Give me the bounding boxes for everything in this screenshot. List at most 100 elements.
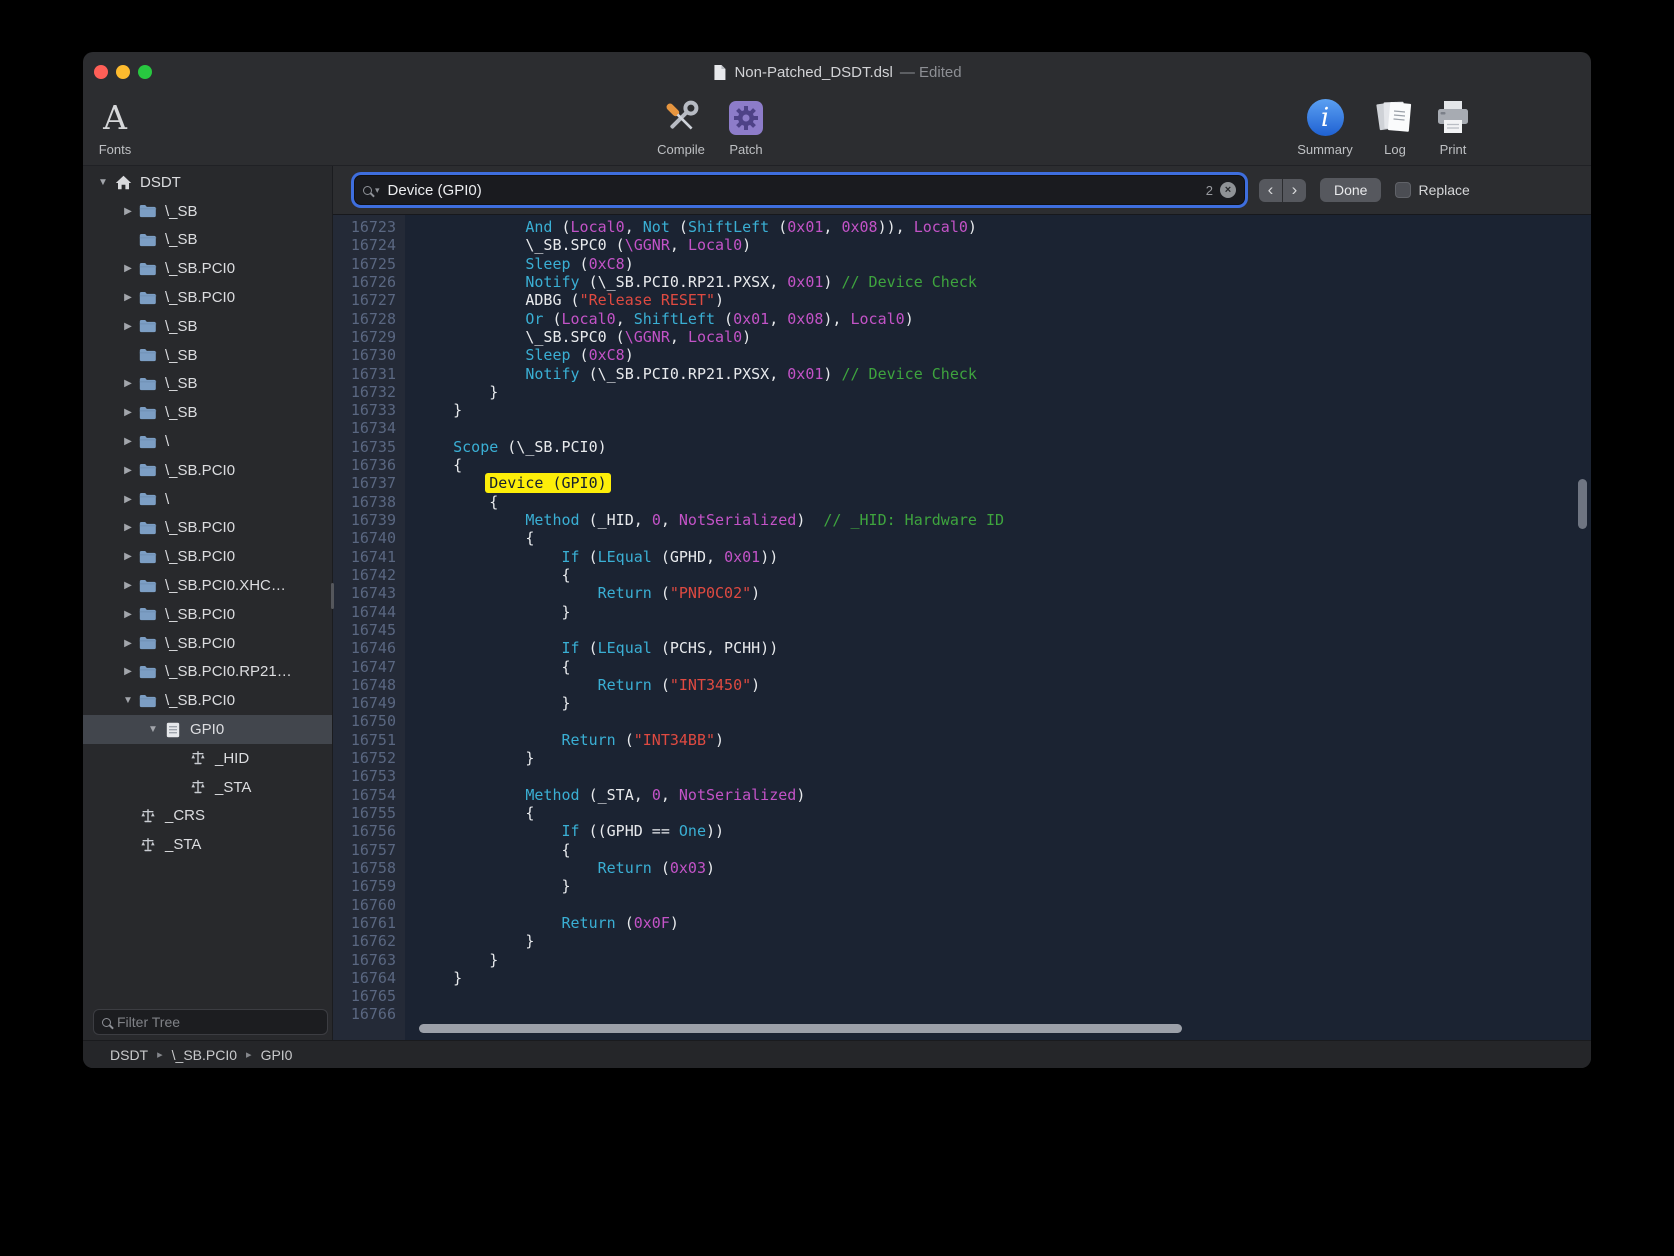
code-line[interactable]: }: [417, 401, 1591, 419]
code-line[interactable]: ADBG ("Release RESET"): [417, 291, 1591, 309]
disclosure-triangle-icon[interactable]: ▶: [120, 378, 136, 389]
disclosure-triangle-icon[interactable]: ▶: [120, 292, 136, 303]
code-line[interactable]: }: [417, 603, 1591, 621]
toolbar-log-button[interactable]: Log: [1366, 94, 1424, 157]
code-line[interactable]: Sleep (0xC8): [417, 346, 1591, 364]
code-line[interactable]: [417, 896, 1591, 914]
tree-item-dsdt[interactable]: ▼DSDT: [83, 168, 332, 197]
code-line[interactable]: }: [417, 383, 1591, 401]
code-line[interactable]: Method (_HID, 0, NotSerialized) // _HID:…: [417, 511, 1591, 529]
code-line[interactable]: Return ("INT3450"): [417, 676, 1591, 694]
disclosure-triangle-icon[interactable]: ▶: [120, 638, 136, 649]
code-line[interactable]: }: [417, 749, 1591, 767]
tree-item-sb[interactable]: ▶\_SB: [83, 312, 332, 341]
tree-item-sbpci0[interactable]: ▶\_SB.PCI0: [83, 456, 332, 485]
tree-item-sbpci0xhc[interactable]: ▶\_SB.PCI0.XHC…: [83, 571, 332, 600]
tree-item-hid[interactable]: _HID: [83, 744, 332, 773]
code-line[interactable]: Device (GPI0): [417, 474, 1591, 492]
code-line[interactable]: Or (Local0, ShiftLeft (0x01, 0x08), Loca…: [417, 310, 1591, 328]
code-line[interactable]: If ((GPHD == One)): [417, 822, 1591, 840]
disclosure-triangle-icon[interactable]: ▼: [120, 695, 136, 706]
code-line[interactable]: Return ("PNP0C02"): [417, 584, 1591, 602]
code-line[interactable]: {: [417, 566, 1591, 584]
tree-item-[interactable]: ▶\: [83, 485, 332, 514]
horizontal-scrollbar[interactable]: [419, 1024, 1182, 1033]
find-input[interactable]: ▾ Device (GPI0) 2 ×: [354, 175, 1245, 205]
code-line[interactable]: And (Local0, Not (ShiftLeft (0x01, 0x08)…: [417, 218, 1591, 236]
code-line[interactable]: [417, 621, 1591, 639]
code-lines[interactable]: And (Local0, Not (ShiftLeft (0x01, 0x08)…: [405, 215, 1591, 1040]
tree-item-sbpci0[interactable]: ▶\_SB.PCI0: [83, 629, 332, 658]
code-line[interactable]: }: [417, 951, 1591, 969]
find-previous-button[interactable]: ‹: [1259, 179, 1282, 202]
vertical-scrollbar[interactable]: [1578, 479, 1587, 529]
document-proxy-icon[interactable]: [712, 64, 727, 81]
toolbar-compile-button[interactable]: Compile: [652, 94, 710, 157]
tree-item-sbpci0[interactable]: ▶\_SB.PCI0: [83, 542, 332, 571]
code-line[interactable]: [417, 987, 1591, 1005]
toolbar-print-button[interactable]: Print: [1424, 94, 1482, 157]
tree-item-sb[interactable]: \_SB: [83, 226, 332, 255]
disclosure-triangle-icon[interactable]: ▼: [145, 724, 161, 735]
tree-item-sb[interactable]: ▶\_SB: [83, 197, 332, 226]
tree-item-[interactable]: ▶\: [83, 427, 332, 456]
code-line[interactable]: }: [417, 932, 1591, 950]
clear-search-button[interactable]: ×: [1220, 182, 1236, 198]
toolbar-patch-button[interactable]: Patch: [717, 94, 775, 157]
code-line[interactable]: {: [417, 804, 1591, 822]
code-line[interactable]: If (LEqual (GPHD, 0x01)): [417, 548, 1591, 566]
code-line[interactable]: Sleep (0xC8): [417, 255, 1591, 273]
filter-tree-field[interactable]: Filter Tree: [93, 1009, 328, 1035]
disclosure-triangle-icon[interactable]: ▶: [120, 609, 136, 620]
tree-item-crs[interactable]: _CRS: [83, 802, 332, 831]
code-editor[interactable]: 1672316724167251672616727167281672916730…: [333, 214, 1591, 1040]
tree-item-sb[interactable]: ▶\_SB: [83, 370, 332, 399]
code-line[interactable]: }: [417, 969, 1591, 987]
tree-item-sb[interactable]: \_SB: [83, 341, 332, 370]
disclosure-triangle-icon[interactable]: ▶: [120, 436, 136, 447]
zoom-window-button[interactable]: [138, 65, 152, 79]
code-line[interactable]: Return (0x0F): [417, 914, 1591, 932]
code-line[interactable]: {: [417, 529, 1591, 547]
code-line[interactable]: [417, 767, 1591, 785]
toolbar-summary-button[interactable]: i Summary: [1296, 94, 1354, 157]
disclosure-triangle-icon[interactable]: ▶: [120, 522, 136, 533]
tree-item-sbpci0[interactable]: ▶\_SB.PCI0: [83, 254, 332, 283]
disclosure-triangle-icon[interactable]: ▶: [120, 580, 136, 591]
disclosure-triangle-icon[interactable]: ▶: [120, 206, 136, 217]
code-line[interactable]: {: [417, 493, 1591, 511]
code-line[interactable]: Notify (\_SB.PCI0.RP21.PXSX, 0x01) // De…: [417, 273, 1591, 291]
code-line[interactable]: }: [417, 694, 1591, 712]
code-line[interactable]: [417, 712, 1591, 730]
tree-item-gpi0[interactable]: ▼GPI0: [83, 715, 332, 744]
code-line[interactable]: Return (0x03): [417, 859, 1591, 877]
code-line[interactable]: {: [417, 658, 1591, 676]
tree-item-sbpci0[interactable]: ▶\_SB.PCI0: [83, 600, 332, 629]
close-window-button[interactable]: [94, 65, 108, 79]
code-line[interactable]: }: [417, 877, 1591, 895]
disclosure-triangle-icon[interactable]: ▼: [95, 177, 111, 188]
code-line[interactable]: Notify (\_SB.PCI0.RP21.PXSX, 0x01) // De…: [417, 365, 1591, 383]
code-line[interactable]: Scope (\_SB.PCI0): [417, 438, 1591, 456]
search-menu-icon[interactable]: ▾: [363, 185, 380, 196]
tree-item-sta[interactable]: _STA: [83, 830, 332, 859]
disclosure-triangle-icon[interactable]: ▶: [120, 321, 136, 332]
breadcrumb-item[interactable]: \_SB.PCI0: [172, 1047, 237, 1063]
code-line[interactable]: Return ("INT34BB"): [417, 731, 1591, 749]
tree-item-sbpci0rp21[interactable]: ▶\_SB.PCI0.RP21…: [83, 658, 332, 687]
disclosure-triangle-icon[interactable]: ▶: [120, 551, 136, 562]
code-line[interactable]: If (LEqual (PCHS, PCHH)): [417, 639, 1591, 657]
code-line[interactable]: {: [417, 841, 1591, 859]
done-button[interactable]: Done: [1320, 178, 1381, 202]
replace-checkbox[interactable]: [1395, 182, 1411, 198]
code-line[interactable]: Method (_STA, 0, NotSerialized): [417, 786, 1591, 804]
code-line[interactable]: \_SB.SPC0 (\GGNR, Local0): [417, 236, 1591, 254]
breadcrumb-item[interactable]: GPI0: [261, 1047, 293, 1063]
code-line[interactable]: [417, 419, 1591, 437]
code-line[interactable]: \_SB.SPC0 (\GGNR, Local0): [417, 328, 1591, 346]
tree-item-sta[interactable]: _STA: [83, 773, 332, 802]
find-next-button[interactable]: ›: [1283, 179, 1306, 202]
tree-item-sbpci0[interactable]: ▶\_SB.PCI0: [83, 514, 332, 543]
splitter-grip[interactable]: [331, 583, 334, 609]
breadcrumb-item[interactable]: DSDT: [110, 1047, 148, 1063]
